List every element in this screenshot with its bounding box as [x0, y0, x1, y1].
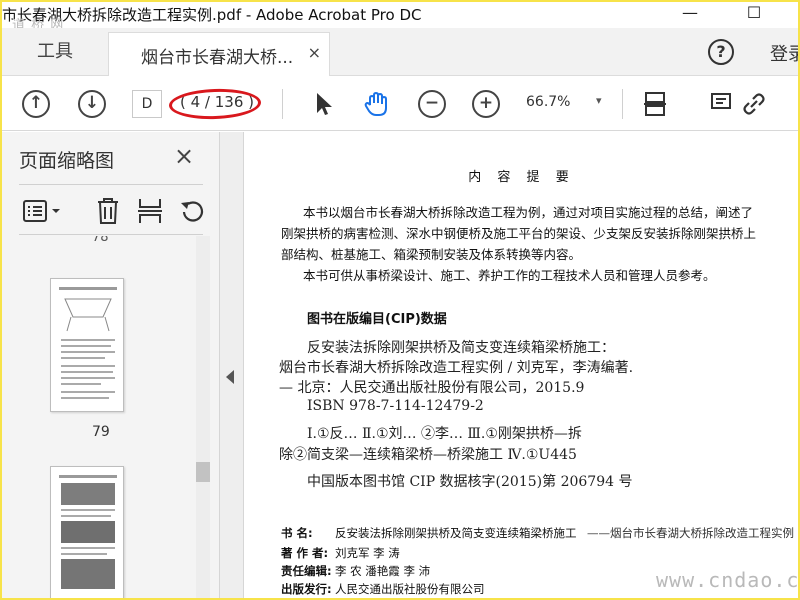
page-heading: 内 容 提 要	[468, 170, 575, 185]
toolbar-divider	[622, 89, 623, 119]
tab-bar: 工具 烟台市长春湖大桥... × ? 登录	[2, 28, 798, 76]
scrollbar-thumb[interactable]	[196, 462, 210, 482]
panel-title: 页面缩略图	[19, 150, 115, 172]
insert-pages-icon[interactable]	[136, 196, 164, 226]
panel-toolbar	[2, 192, 220, 232]
thumbnail-scrollbar[interactable]	[196, 236, 210, 598]
toolbar: ↑ ↓ D ( 4 / 136 ) − + 66.7% ▾	[2, 77, 798, 131]
arrow-up-icon[interactable]: ↑	[22, 90, 50, 118]
toolbar-divider	[282, 89, 283, 119]
thumbnail-label: 79	[92, 424, 110, 440]
meta-key: 出版发行:	[281, 582, 332, 596]
tab-document[interactable]: 烟台市长春湖大桥... ×	[108, 32, 330, 76]
help-button[interactable]: ?	[708, 39, 734, 65]
meta-value: 反安装法拆除刚架拱桥及简支变连续箱梁桥施工	[335, 526, 577, 540]
tab-tools[interactable]: 工具	[2, 28, 108, 76]
cip-line: Ⅰ.①反… Ⅱ.①刘… ②李… Ⅲ.①刚架拱桥—拆	[307, 426, 582, 442]
link-icon[interactable]	[740, 90, 768, 118]
thumbnail-preview	[59, 287, 117, 399]
cip-line: 中国版本图书馆 CIP 数据核字(2015)第 206794 号	[307, 474, 633, 490]
arrow-down-icon[interactable]: ↓	[78, 90, 106, 118]
cip-title: 图书在版编目(CIP)数据	[307, 312, 447, 327]
login-button[interactable]: 登录	[770, 40, 798, 66]
cip-line: — 北京：人民交通出版社股份有限公司，2015.9	[279, 380, 585, 396]
page-number-input[interactable]: D	[132, 90, 162, 118]
thumbnail-preview	[59, 475, 117, 589]
thumbnail-label: 78	[92, 236, 109, 245]
collapse-arrow-icon[interactable]	[226, 370, 234, 384]
document-tab-label: 烟台市长春湖大桥...	[141, 48, 294, 68]
thumbnail-page-80[interactable]	[50, 466, 124, 598]
paragraph-line: 本书以烟台市长春湖大桥拆除改造工程为例，通过对项目实施过程的总结，阐述了	[303, 205, 754, 220]
trash-icon[interactable]	[94, 196, 122, 226]
paragraph-line: 刚架拱桥的病害检测、深水中钢便桥及施工平台的架设、少支架反安装拆除刚架拱桥上	[281, 226, 757, 241]
panel-divider	[19, 234, 203, 235]
title-bar: 市长春湖大桥拆除改造工程实例.pdf - Adobe Acrobat Pro D…	[2, 2, 798, 33]
thumbnail-list: 78 79	[2, 236, 212, 598]
paragraph-line: 部结构、桩基施工、箱梁预制安装及体系转换等内容。	[281, 247, 582, 262]
paragraph-line: 本书可供从事桥梁设计、施工、养护工作的工程技术人员和管理人员参考。	[303, 268, 716, 283]
zoom-out-icon[interactable]: −	[418, 90, 446, 118]
cip-line: 除②简支梁—连续箱梁桥—桥梁施工 Ⅳ.①U445	[279, 447, 577, 463]
cip-line: ISBN 978-7-114-12479-2	[307, 398, 484, 414]
comment-icon[interactable]	[708, 90, 736, 118]
cip-line: 烟台市长春湖大桥拆除改造工程实例 / 刘克军，李涛编著.	[279, 360, 634, 376]
rotate-icon[interactable]	[178, 196, 206, 226]
document-page: 内 容 提 要 本书以烟台市长春湖大桥拆除改造工程为例，通过对项目实施过程的总结…	[245, 132, 798, 598]
zoom-in-icon[interactable]: +	[472, 90, 500, 118]
meta-key: 书 名:	[281, 526, 313, 540]
maximize-button[interactable]: ☐	[734, 2, 774, 26]
minimize-button[interactable]: —	[670, 2, 710, 26]
hand-icon[interactable]	[362, 90, 390, 118]
zoom-dropdown-icon[interactable]: ▾	[596, 94, 602, 107]
zoom-level[interactable]: 66.7%	[526, 94, 570, 110]
close-panel-button[interactable]: ×	[174, 142, 194, 170]
meta-key: 责任编辑:	[281, 564, 332, 578]
cip-line: 反安装法拆除刚架拱桥及简支变连续箱梁桥施工：	[307, 340, 615, 356]
meta-subtitle: ——烟台市长春湖大桥拆除改造工程实例	[587, 526, 794, 540]
meta-row: 出版发行: 人民交通出版社股份有限公司	[281, 581, 485, 597]
options-icon[interactable]	[22, 198, 62, 224]
panel-collapse-handle[interactable]	[220, 132, 244, 598]
close-tab-button[interactable]: ×	[308, 43, 321, 62]
meta-key: 著 作 者:	[281, 546, 329, 560]
panel-divider	[19, 184, 203, 185]
meta-row: 责任编辑: 李 农 潘艳霞 李 沛	[281, 563, 430, 579]
acrobat-window: 市长春湖大桥拆除改造工程实例.pdf - Adobe Acrobat Pro D…	[2, 2, 798, 598]
meta-value: 刘克军 李 涛	[335, 546, 400, 560]
meta-row: 著 作 者: 刘克军 李 涛	[281, 545, 400, 561]
select-cursor-icon[interactable]	[310, 90, 338, 118]
thumbnail-page-79[interactable]	[50, 278, 124, 412]
meta-value: 人民交通出版社股份有限公司	[335, 582, 485, 596]
meta-row: 书 名: 反安装法拆除刚架拱桥及简支变连续箱梁桥施工	[281, 525, 577, 541]
watermark-bottom: www.cndao.com	[656, 568, 798, 592]
thumbnails-panel: 页面缩略图 × 78 79	[2, 132, 220, 598]
meta-value: 李 农 潘艳霞 李 沛	[335, 564, 431, 578]
window-title: 市长春湖大桥拆除改造工程实例.pdf - Adobe Acrobat Pro D…	[2, 6, 422, 24]
fit-page-icon[interactable]	[642, 90, 670, 118]
